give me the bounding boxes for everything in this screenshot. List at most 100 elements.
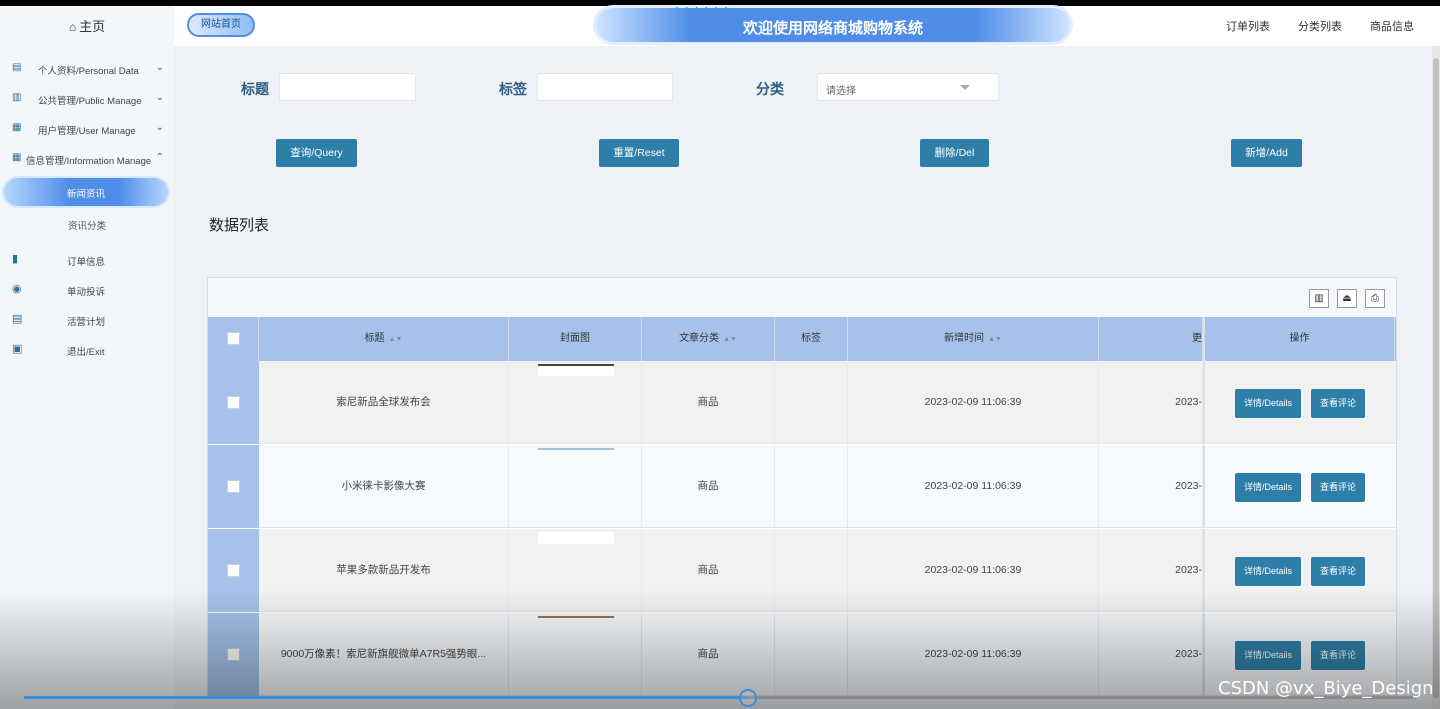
cell-updated-time: 2023- <box>1099 613 1203 696</box>
query-button[interactable]: 查询/Query <box>276 139 357 167</box>
tag-filter-label: 标签 <box>499 81 527 97</box>
details-button[interactable]: 详情/Details <box>1235 473 1301 502</box>
cell-title: 小米徕卡影像大赛 <box>259 445 509 528</box>
bookmark-icon: ▮ <box>12 253 19 265</box>
cell-actions: 详情/Details 查看评论 <box>1203 529 1395 612</box>
view-comments-button[interactable]: 查看评论 <box>1311 557 1365 586</box>
sidebar-item-personal-data[interactable]: ▤ 个人资料/Personal Data ⌄ <box>0 58 174 80</box>
nav-category-list[interactable]: 分类列表 <box>1298 18 1342 34</box>
sidebar-item-user-manage[interactable]: ▦ 用户管理/User Manage ⌄ <box>0 118 174 140</box>
select-all-checkbox[interactable] <box>227 332 240 345</box>
cover-thumbnail <box>538 448 614 460</box>
chevron-down-icon: ⌄ <box>155 92 164 103</box>
row-select-cell <box>208 445 259 528</box>
sidebar-item-complaints[interactable]: ◉ 单动投诉 <box>0 280 174 300</box>
row-checkbox[interactable] <box>227 648 240 661</box>
top-header: 网站首页 • • • • • • 欢迎使用网络商城购物系统 订单列表 分类列表 … <box>174 6 1440 46</box>
column-header-created-time[interactable]: 新增时间 ▲▼ <box>848 317 1099 361</box>
watermark: CSDN @vx_Biye_Design <box>1218 678 1434 699</box>
chevron-down-icon: ⌄ <box>155 122 164 133</box>
sidebar-item-public-manage[interactable]: ▥ 公共管理/Public Manage ⌄ <box>0 88 174 110</box>
title-filter-input[interactable] <box>279 73 416 101</box>
cell-title: 索尼新品全球发布会 <box>259 361 509 444</box>
row-checkbox[interactable] <box>227 480 240 493</box>
user-badge-icon: ◉ <box>12 283 22 295</box>
cell-category: 商品 <box>642 445 775 528</box>
scrollbar-thumb[interactable] <box>1433 58 1439 698</box>
cover-thumbnail <box>538 532 614 544</box>
table-row: 小米徕卡影像大赛 商品 2023-02-09 11:06:39 2023- 详情… <box>208 445 1396 528</box>
dropdown-caret-icon <box>960 85 970 90</box>
delete-button[interactable]: 删除/Del <box>920 139 989 167</box>
page-title: 欢迎使用网络商城购物系统 <box>742 20 923 37</box>
details-button[interactable]: 详情/Details <box>1235 389 1301 418</box>
sort-icon[interactable]: ▲▼ <box>988 336 1002 343</box>
row-checkbox[interactable] <box>227 396 240 409</box>
row-select-cell <box>208 529 259 612</box>
calendar-icon: ▤ <box>12 313 23 325</box>
sidebar-item-exit[interactable]: ▣ 退出/Exit <box>0 340 174 360</box>
cell-created-time: 2023-02-09 11:06:39 <box>848 445 1099 528</box>
details-button[interactable]: 详情/Details <box>1235 557 1301 586</box>
sort-icon[interactable]: ▲▼ <box>723 336 737 343</box>
column-header-tag: 标签 <box>775 317 848 361</box>
sidebar-item-plans[interactable]: ▤ 活营计划 <box>0 310 174 330</box>
nav-product-info[interactable]: 商品信息 <box>1370 18 1414 34</box>
vertical-scrollbar[interactable] <box>1432 46 1440 709</box>
view-comments-button[interactable]: 查看评论 <box>1311 473 1365 502</box>
grid-icon: ▦ <box>12 152 22 163</box>
print-icon[interactable]: ⎙ <box>1365 289 1385 308</box>
details-button[interactable]: 详情/Details <box>1235 641 1301 670</box>
cell-updated-time: 2023- <box>1099 361 1203 444</box>
cell-updated-time: 2023- <box>1099 445 1203 528</box>
sidebar-item-information-manage[interactable]: ▦ 信息管理/Information Manage ⌃ <box>0 148 174 170</box>
data-table: ▥ ⏏ ⎙ 标题 ▲▼ 封面图 文章分类 ▲▼ 标签 新增时间 ▲▼ 更 操作 索尼新… <box>207 277 1397 697</box>
table-row: 索尼新品全球发布会 商品 2023-02-09 11:06:39 2023- 详… <box>208 361 1396 444</box>
cell-tag <box>775 529 848 612</box>
cell-category: 商品 <box>642 529 775 612</box>
sort-icon[interactable]: ▲▼ <box>389 336 403 343</box>
category-filter-label: 分类 <box>756 81 784 97</box>
row-select-cell <box>208 361 259 444</box>
cell-created-time: 2023-02-09 11:06:39 <box>848 529 1099 612</box>
video-progress-knob[interactable] <box>739 689 757 707</box>
columns-filter-icon[interactable]: ▥ <box>1309 289 1329 308</box>
reset-button[interactable]: 重置/Reset <box>599 139 679 167</box>
decoration-dots: • • • • • • <box>676 6 730 12</box>
column-header-title[interactable]: 标题 ▲▼ <box>259 317 509 361</box>
add-button[interactable]: 新增/Add <box>1231 139 1302 167</box>
cell-updated-time: 2023- <box>1099 529 1203 612</box>
nav-order-list[interactable]: 订单列表 <box>1226 18 1270 34</box>
chevron-down-icon: ⌄ <box>155 62 164 73</box>
sidebar-item-orders[interactable]: ▮ 订单信息 <box>0 250 174 270</box>
column-header-actions: 操作 <box>1203 317 1395 361</box>
tag-filter-input[interactable] <box>537 73 673 101</box>
cell-created-time: 2023-02-09 11:06:39 <box>848 613 1099 696</box>
view-comments-button[interactable]: 查看评论 <box>1311 389 1365 418</box>
sidebar: ⌂ 主页 ▤ 个人资料/Personal Data ⌄ ▥ 公共管理/Public… <box>0 6 174 709</box>
cell-tag <box>775 613 848 696</box>
column-header-category[interactable]: 文章分类 ▲▼ <box>642 317 775 361</box>
sidebar-subitem-news-category[interactable]: 资讯分类 <box>0 218 174 232</box>
category-select[interactable]: 请选择 <box>817 73 999 101</box>
site-home-button[interactable]: 网站首页 <box>187 13 255 37</box>
sidebar-home[interactable]: ⌂ 主页 <box>0 16 174 35</box>
view-comments-button[interactable]: 查看评论 <box>1311 641 1365 670</box>
column-header-cover: 封面图 <box>509 317 642 361</box>
column-header-updated: 更 <box>1099 317 1203 361</box>
table-row: 苹果多款新品开发布 商品 2023-02-09 11:06:39 2023- 详… <box>208 529 1396 612</box>
cover-thumbnail <box>538 364 614 376</box>
row-checkbox[interactable] <box>227 564 240 577</box>
chart-icon: ▦ <box>12 122 22 133</box>
cell-category: 商品 <box>642 613 775 696</box>
cell-created-time: 2023-02-09 11:06:39 <box>848 361 1099 444</box>
cell-actions: 详情/Details 查看评论 <box>1203 445 1395 528</box>
title-filter-label: 标题 <box>241 81 269 97</box>
data-list-title: 数据列表 <box>209 217 270 234</box>
sidebar-subitem-news[interactable]: 新闻资讯 <box>4 178 168 206</box>
cell-tag <box>775 445 848 528</box>
table-header: 标题 ▲▼ 封面图 文章分类 ▲▼ 标签 新增时间 ▲▼ 更 操作 <box>208 317 1396 361</box>
export-icon[interactable]: ⏏ <box>1337 289 1357 308</box>
title-banner: • • • • • • 欢迎使用网络商城购物系统 <box>596 6 1070 42</box>
row-select-cell <box>208 613 259 696</box>
